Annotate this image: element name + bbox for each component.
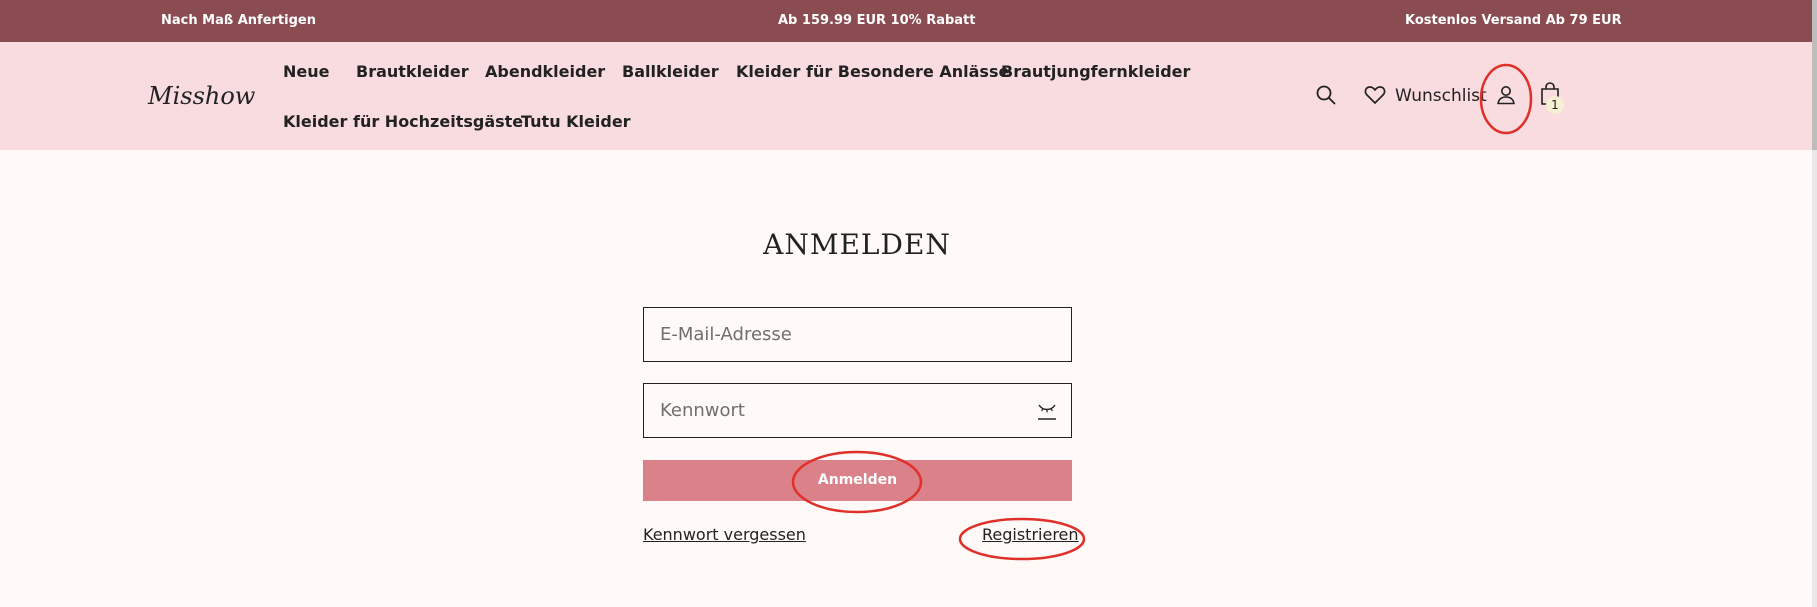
main-navigation: Neue Brautkleider Abendkleider Ballkleid… (283, 42, 1190, 150)
nav-item-abendkleider[interactable]: Abendkleider (485, 62, 605, 81)
nav-item-tutu-kleider[interactable]: Tutu Kleider (521, 112, 631, 131)
email-field (643, 307, 1072, 362)
cart-count-badge: 1 (1546, 96, 1564, 114)
heart-icon[interactable] (1364, 85, 1386, 105)
password-field (643, 383, 1072, 438)
nav-item-brautjungfernkleider[interactable]: Brautjungfernkleider (1001, 62, 1190, 81)
show-password-icon[interactable] (1038, 401, 1056, 421)
login-title: ANMELDEN (763, 228, 951, 261)
scrollbar-thumb[interactable] (1812, 0, 1817, 150)
announcement-free-shipping: Kostenlos Versand Ab 79 EUR (1405, 13, 1622, 28)
forgot-password-link[interactable]: Kennwort vergessen (643, 525, 806, 544)
nav-item-ballkleider[interactable]: Ballkleider (622, 62, 719, 81)
register-link[interactable]: Registrieren (982, 525, 1079, 544)
password-input[interactable] (644, 384, 1071, 437)
nav-item-besondere-anlaesse[interactable]: Kleider für Besondere Anlässe (736, 62, 1009, 81)
nav-item-neue[interactable]: Neue (283, 62, 329, 81)
site-header: Misshow Neue Brautkleider Abendkleider B… (0, 42, 1812, 150)
announcement-bar: Nach Maß Anfertigen Ab 159.99 EUR 10% Ra… (0, 0, 1812, 42)
nav-item-brautkleider[interactable]: Brautkleider (356, 62, 469, 81)
wishlist-link[interactable]: Wunschlist (1395, 86, 1487, 106)
user-icon[interactable] (1496, 85, 1516, 105)
nav-item-hochzeitsgaeste[interactable]: Kleider für Hochzeitsgäste (283, 112, 523, 131)
page-scrollbar[interactable] (1812, 0, 1817, 607)
email-input[interactable] (644, 308, 1071, 361)
login-button[interactable]: Anmelden (643, 460, 1072, 501)
announcement-custom-made: Nach Maß Anfertigen (161, 13, 316, 28)
announcement-discount: Ab 159.99 EUR 10% Rabatt (778, 13, 976, 28)
site-logo[interactable]: Misshow (148, 82, 255, 110)
search-icon[interactable] (1316, 85, 1336, 105)
